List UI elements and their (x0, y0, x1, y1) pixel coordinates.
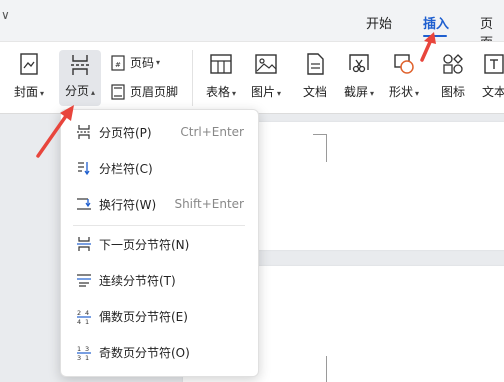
shape-label: 形状 (389, 85, 414, 99)
menu-item-label: 奇数页分节符(O) (99, 345, 190, 360)
menu-item-label: 分栏符(C) (99, 161, 153, 176)
menu-item-column-break[interactable]: 分栏符(C) (61, 153, 260, 183)
crop-mark (313, 356, 327, 382)
menu-item-label: 换行符(W) (99, 197, 157, 212)
menu-divider (73, 225, 245, 226)
page-number-button[interactable]: # 页码 ▾ (110, 54, 160, 71)
chevron-down-icon: ▾ (415, 89, 420, 98)
screenshot-label: 截屏 (344, 85, 369, 99)
annotation-arrow-page-break (36, 105, 74, 158)
menu-item-next-page-section[interactable]: 下一页分节符(N) (61, 229, 260, 259)
svg-text:3: 3 (85, 345, 89, 353)
page-break-menu: 分页符(P) Ctrl+Enter 分栏符(C) 换行符(W) Shift+En… (60, 109, 259, 377)
menu-item-line-break[interactable]: 换行符(W) Shift+Enter (61, 189, 260, 219)
page-break-button[interactable]: 分页 ▴ (59, 50, 101, 106)
chevron-up-icon: ▴ (91, 88, 96, 97)
menu-item-label: 偶数页分节符(E) (99, 309, 188, 324)
header-footer-icon (110, 83, 126, 100)
menu-item-shortcut: Shift+Enter (174, 197, 244, 211)
picture-icon (253, 51, 279, 77)
menu-item-page-break[interactable]: 分页符(P) Ctrl+Enter (61, 117, 260, 147)
cover-button[interactable]: 封面 ▾ (14, 51, 44, 100)
textbox-label: 文本 (481, 85, 504, 99)
svg-text:#: # (115, 61, 121, 69)
picture-label: 图片 (251, 85, 276, 99)
crop-mark (313, 134, 327, 162)
page-number-icon: # (110, 54, 126, 71)
menu-item-even-page-section[interactable]: 2441 偶数页分节符(E) (61, 301, 260, 331)
svg-text:1: 1 (85, 354, 89, 360)
page-break-icon (67, 52, 93, 78)
odd-page-section-icon: 1331 (75, 343, 93, 361)
menu-item-label: 下一页分节符(N) (99, 237, 190, 252)
chevron-down-icon[interactable]: ∨ (1, 8, 10, 22)
tab-home[interactable]: 开始 (366, 13, 392, 32)
picture-button[interactable]: 图片 ▾ (251, 51, 281, 100)
menu-item-shortcut: Ctrl+Enter (180, 125, 244, 139)
page-break-label: 分页 (64, 84, 89, 98)
chevron-down-icon: ▾ (156, 58, 161, 67)
continuous-section-icon (75, 271, 93, 289)
menu-item-label: 分页符(P) (99, 125, 152, 140)
menu-item-label: 连续分节符(T) (99, 273, 176, 288)
line-break-icon (75, 195, 93, 213)
table-button[interactable]: 表格 ▾ (206, 51, 236, 100)
chevron-down-icon: ▾ (40, 89, 45, 98)
even-page-section-icon: 2441 (75, 307, 93, 325)
document-button[interactable]: 文档 (302, 51, 328, 100)
screenshot-icon (346, 51, 372, 77)
svg-text:4: 4 (85, 309, 89, 317)
svg-text:1: 1 (85, 318, 89, 324)
annotation-arrow-insert-tab (420, 32, 436, 62)
table-label: 表格 (206, 85, 231, 99)
textbox-icon (481, 51, 504, 77)
header-footer-button[interactable]: 页眉页脚 (110, 83, 178, 100)
textbox-button[interactable]: 文本 (481, 51, 504, 100)
svg-text:3: 3 (77, 354, 81, 360)
chevron-down-icon: ▾ (277, 89, 282, 98)
next-page-section-icon (75, 235, 93, 253)
table-icon (208, 51, 234, 77)
menu-item-continuous-section[interactable]: 连续分节符(T) (61, 265, 260, 295)
header-footer-label: 页眉页脚 (130, 85, 179, 99)
svg-text:4: 4 (77, 318, 81, 324)
ribbon-separator (192, 50, 193, 106)
chevron-down-icon: ▾ (370, 89, 375, 98)
chevron-down-icon: ▾ (232, 89, 237, 98)
document-icon (302, 51, 328, 77)
page-number-label: 页码 (130, 56, 155, 70)
document-label: 文档 (302, 85, 327, 99)
cover-icon (16, 51, 42, 77)
icon-library-label: 图标 (440, 85, 465, 99)
svg-text:2: 2 (77, 309, 81, 317)
menu-item-odd-page-section[interactable]: 1331 奇数页分节符(O) (61, 337, 260, 367)
screenshot-button[interactable]: 截屏 ▾ (344, 51, 374, 100)
svg-text:1: 1 (77, 345, 81, 353)
cover-label: 封面 (14, 85, 39, 99)
